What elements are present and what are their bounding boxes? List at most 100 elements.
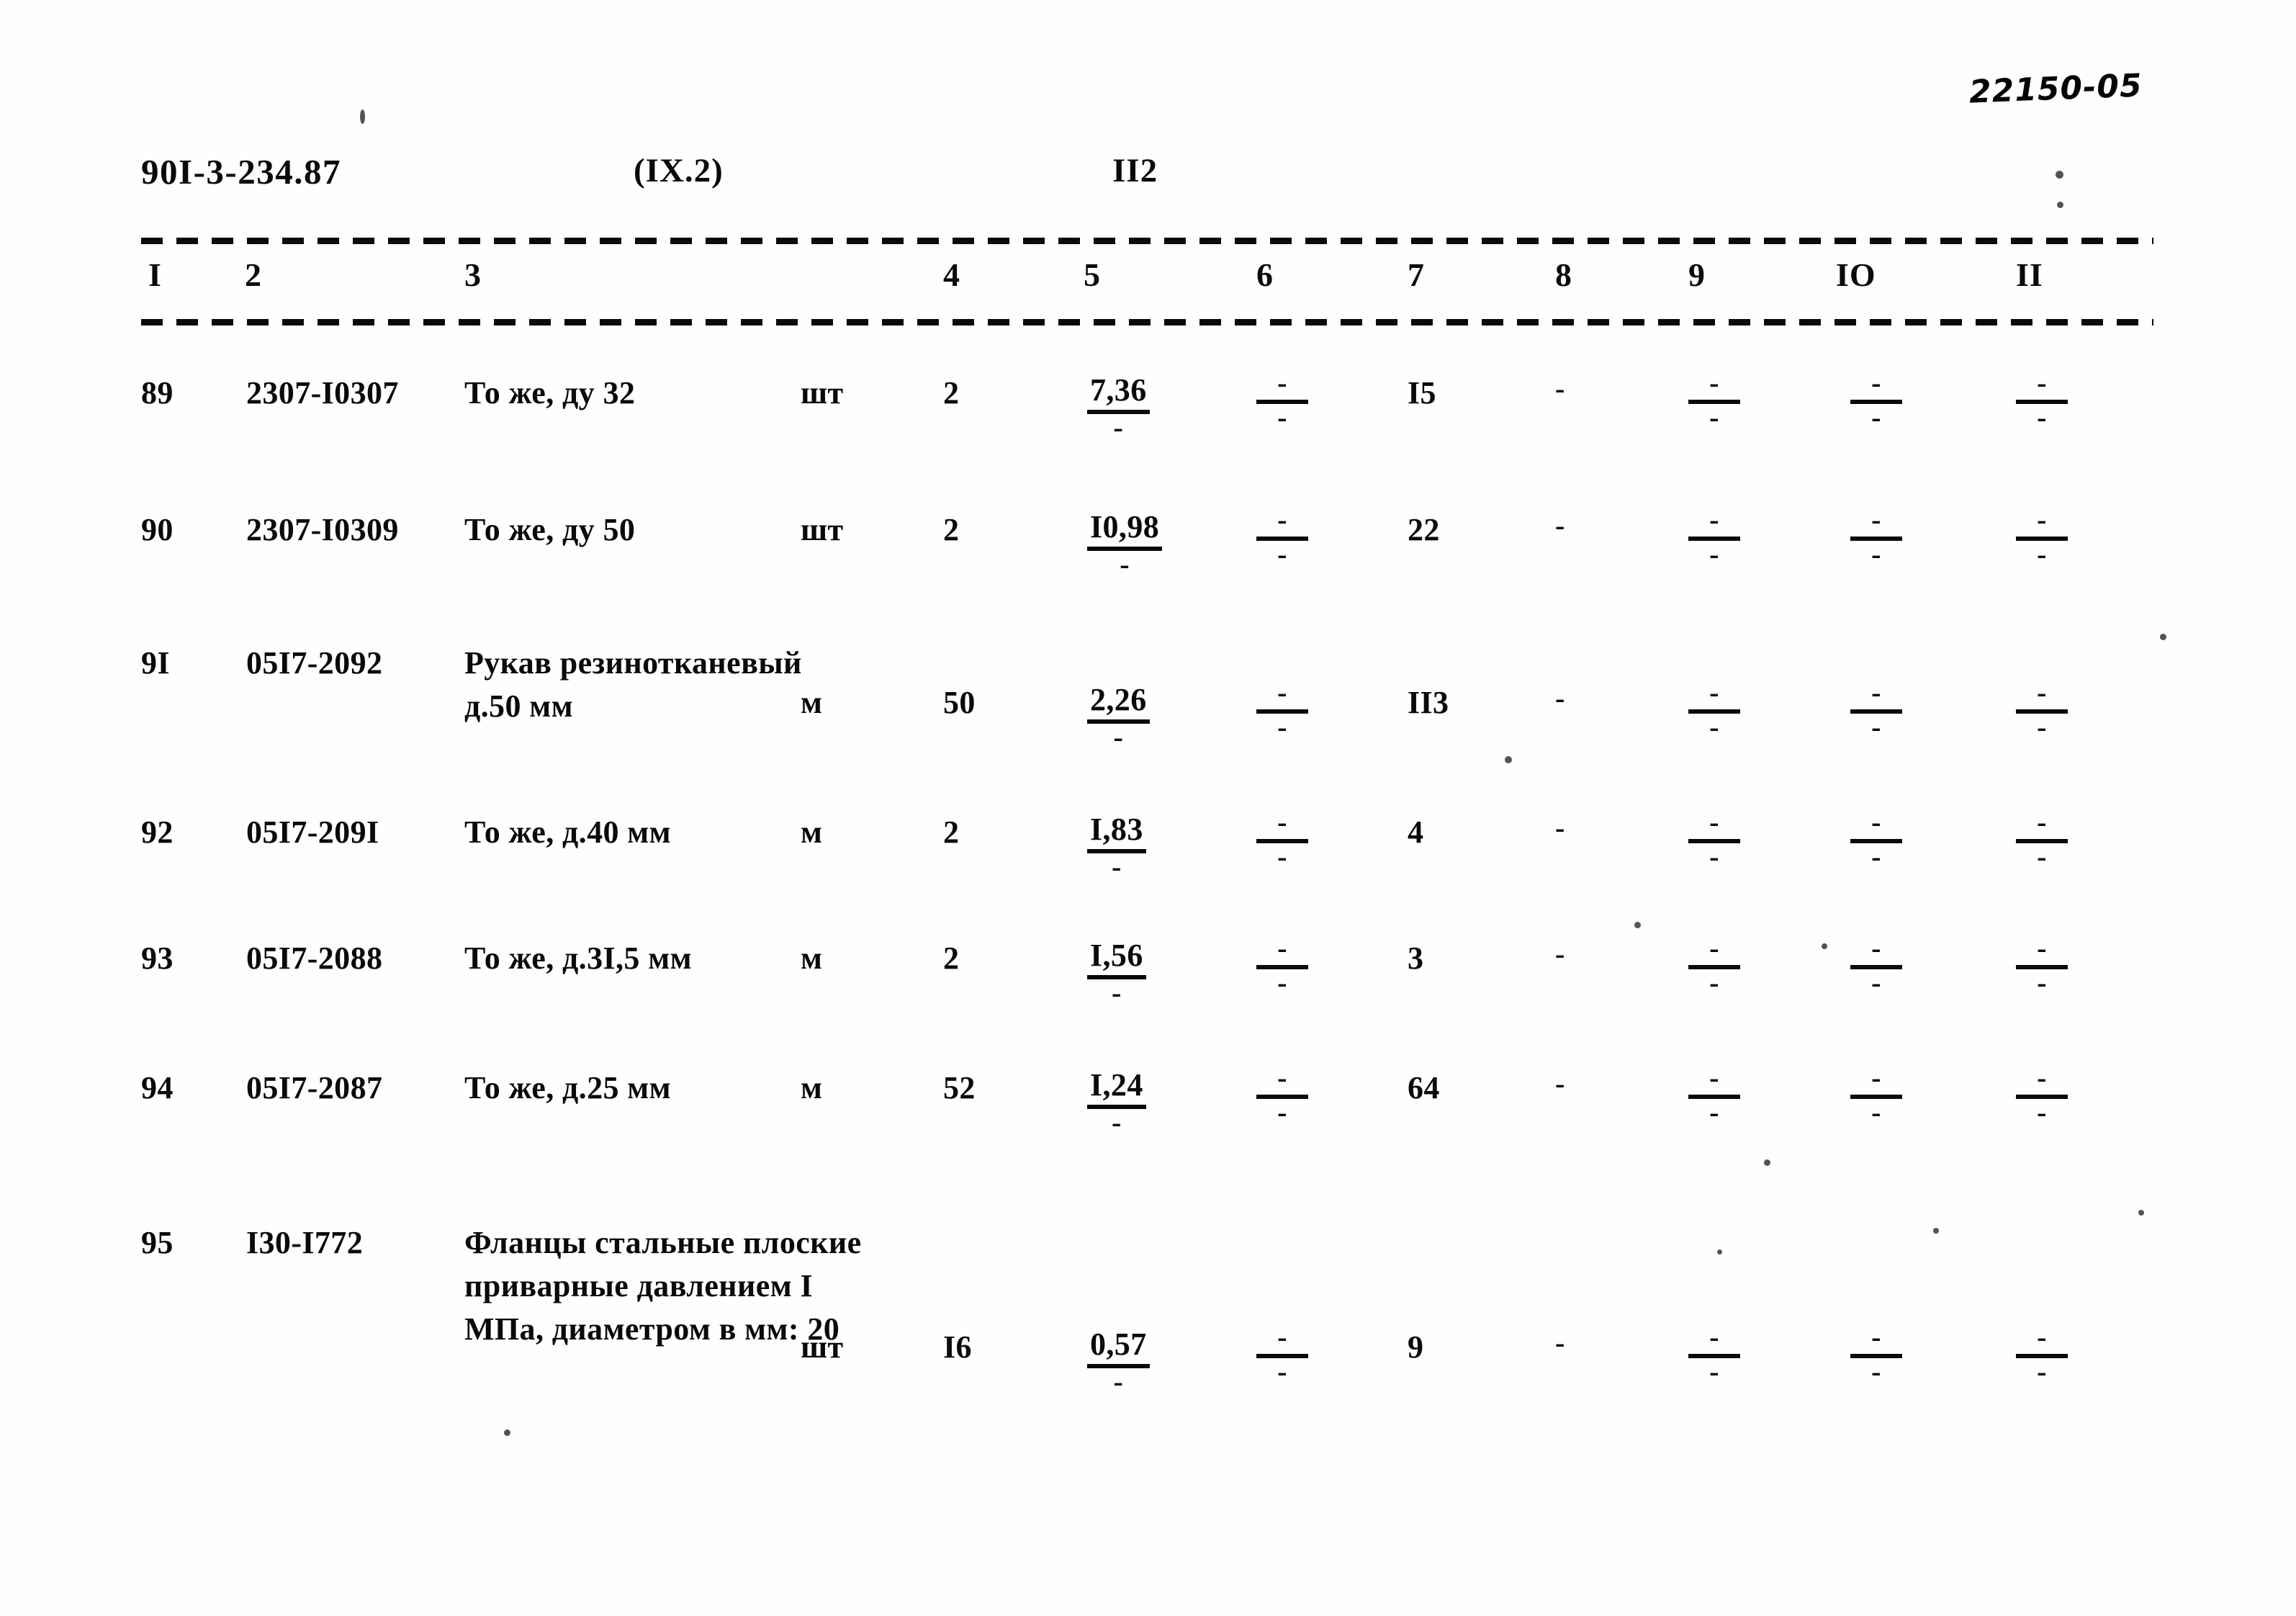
- row-col10-denominator: -: [1871, 537, 1881, 570]
- row-col8: -: [1555, 509, 1565, 542]
- row-col10-value: -: [1850, 678, 1902, 714]
- row-col10-denominator: -: [1871, 1355, 1881, 1388]
- row-total-cost: 9: [1408, 1329, 1424, 1365]
- row-catalogue-code: 05I7-2088: [246, 941, 383, 976]
- row-col11: --: [2016, 934, 2068, 997]
- row-col11-value: -: [2016, 1323, 2068, 1358]
- row-description-line: То же, ду 50: [464, 512, 636, 547]
- row-unit-price-value: 0,57: [1087, 1329, 1150, 1368]
- row-col10: --: [1850, 934, 1902, 999]
- row-col11-denominator: -: [2037, 840, 2047, 873]
- row-col10: --: [1850, 808, 1902, 873]
- row-col9-denominator: -: [1709, 710, 1719, 743]
- row-unit: шт: [801, 512, 844, 547]
- document-page: 22150-05 90I-3-234.87 (IX.2) II2 I234567…: [0, 0, 2296, 1616]
- row-col6: --: [1256, 506, 1308, 570]
- row-col8: -: [1555, 1067, 1565, 1100]
- row-col9-value: -: [1688, 1323, 1740, 1358]
- row-col9: --: [1688, 1064, 1740, 1128]
- row-col10-denominator: -: [1871, 840, 1881, 873]
- column-header-7: 7: [1408, 256, 1425, 293]
- row-col9-denominator: -: [1709, 1095, 1719, 1128]
- row-unit: м: [801, 1070, 823, 1105]
- row-total-cost: 4: [1408, 814, 1424, 850]
- row-quantity: I6: [943, 1329, 972, 1365]
- row-col6-denominator: -: [1277, 966, 1287, 999]
- row-col6-value: -: [1256, 506, 1308, 541]
- row-col11: --: [2016, 678, 2068, 743]
- document-header: 90I-3-234.87 (IX.2) II2: [0, 151, 2296, 194]
- row-description-line: Фланцы стальные плоские: [464, 1225, 862, 1260]
- row-col8: -: [1555, 1327, 1565, 1359]
- row-item-number: 9I: [141, 645, 170, 681]
- row-col11-value: -: [2016, 1064, 2068, 1099]
- row-unit: м: [801, 685, 823, 720]
- table-column-headers: I 2 3 4 5 6 7 8 9 IO II: [0, 256, 2296, 313]
- row-quantity: 2: [943, 375, 960, 410]
- row-col11: --: [2016, 1064, 2068, 1126]
- row-quantity: 2: [943, 941, 960, 976]
- row-col11-value: -: [2016, 506, 2068, 541]
- row-catalogue-code: 2307-I0309: [246, 512, 399, 547]
- row-col6-denominator: -: [1277, 1095, 1287, 1128]
- column-header-5: 5: [1084, 256, 1101, 293]
- row-col10-value: -: [1850, 934, 1902, 969]
- row-col11-denominator: -: [2037, 537, 2047, 570]
- row-col11: --: [2016, 1323, 2068, 1386]
- document-code: 90I-3-234.87: [141, 152, 341, 192]
- row-description-line: МПа, диаметром в мм: 20: [464, 1311, 840, 1347]
- scan-speck: [2138, 1210, 2144, 1216]
- row-item-number: 89: [141, 375, 174, 410]
- row-col11-denominator: -: [2037, 710, 2047, 743]
- row-description-line: Рукав резинотканевый: [464, 645, 802, 681]
- row-unit-price-denominator: -: [1112, 977, 1122, 1009]
- row-unit-price: 2,26-: [1087, 684, 1150, 752]
- row-col6-denominator: -: [1277, 710, 1287, 743]
- row-col9-denominator: -: [1709, 840, 1719, 873]
- row-col10-denominator: -: [1871, 1095, 1881, 1128]
- row-col11: --: [2016, 369, 2068, 434]
- row-catalogue-code: 2307-I0307: [246, 375, 399, 410]
- row-description-line: То же, ду 32: [464, 375, 636, 410]
- row-unit-price: 0,57-: [1087, 1329, 1150, 1398]
- column-header-4: 4: [943, 256, 960, 293]
- row-unit-price-denominator: -: [1112, 1106, 1122, 1139]
- row-quantity: 2: [943, 512, 960, 547]
- row-col8: -: [1555, 938, 1565, 970]
- row-unit-price-value: 7,36: [1087, 374, 1150, 414]
- row-col10-denominator: -: [1871, 966, 1881, 999]
- row-catalogue-code: I30-I772: [246, 1225, 364, 1260]
- row-col6-denominator: -: [1277, 1355, 1287, 1388]
- row-col9-value: -: [1688, 506, 1740, 541]
- row-col11: --: [2016, 506, 2068, 570]
- row-col8: -: [1555, 682, 1565, 714]
- scan-speck: [2160, 634, 2166, 640]
- column-header-2: 2: [245, 256, 262, 293]
- row-col6-value: -: [1256, 1323, 1308, 1358]
- row-description-line: д.50 мм: [464, 688, 573, 724]
- table-rule-top: [141, 238, 2153, 244]
- row-col6: --: [1256, 369, 1308, 431]
- row-col10-value: -: [1850, 1064, 1902, 1099]
- row-unit: м: [801, 941, 823, 976]
- row-col6-value: -: [1256, 934, 1308, 969]
- row-description-line: То же, д.25 мм: [464, 1070, 672, 1105]
- row-col6-denominator: -: [1277, 537, 1287, 570]
- row-col11-value: -: [2016, 808, 2068, 843]
- row-unit-price-value: I,56: [1087, 940, 1146, 979]
- row-col6-denominator: -: [1277, 840, 1287, 873]
- scan-speck: [2057, 202, 2063, 208]
- row-item-number: 94: [141, 1070, 174, 1105]
- row-col11-denominator: -: [2037, 400, 2047, 434]
- row-unit-price-denominator: -: [1112, 850, 1122, 883]
- row-col9-denominator: -: [1709, 537, 1719, 570]
- row-col10: --: [1850, 1323, 1902, 1388]
- row-col9-denominator: -: [1709, 400, 1719, 434]
- row-col10-value: -: [1850, 1323, 1902, 1358]
- row-unit-price-denominator: -: [1113, 1365, 1124, 1398]
- row-unit-price: I,24-: [1087, 1069, 1146, 1139]
- row-col9: --: [1688, 506, 1740, 570]
- row-col11-value: -: [2016, 678, 2068, 714]
- row-col6-value: -: [1256, 369, 1308, 404]
- column-header-1: I: [148, 256, 162, 293]
